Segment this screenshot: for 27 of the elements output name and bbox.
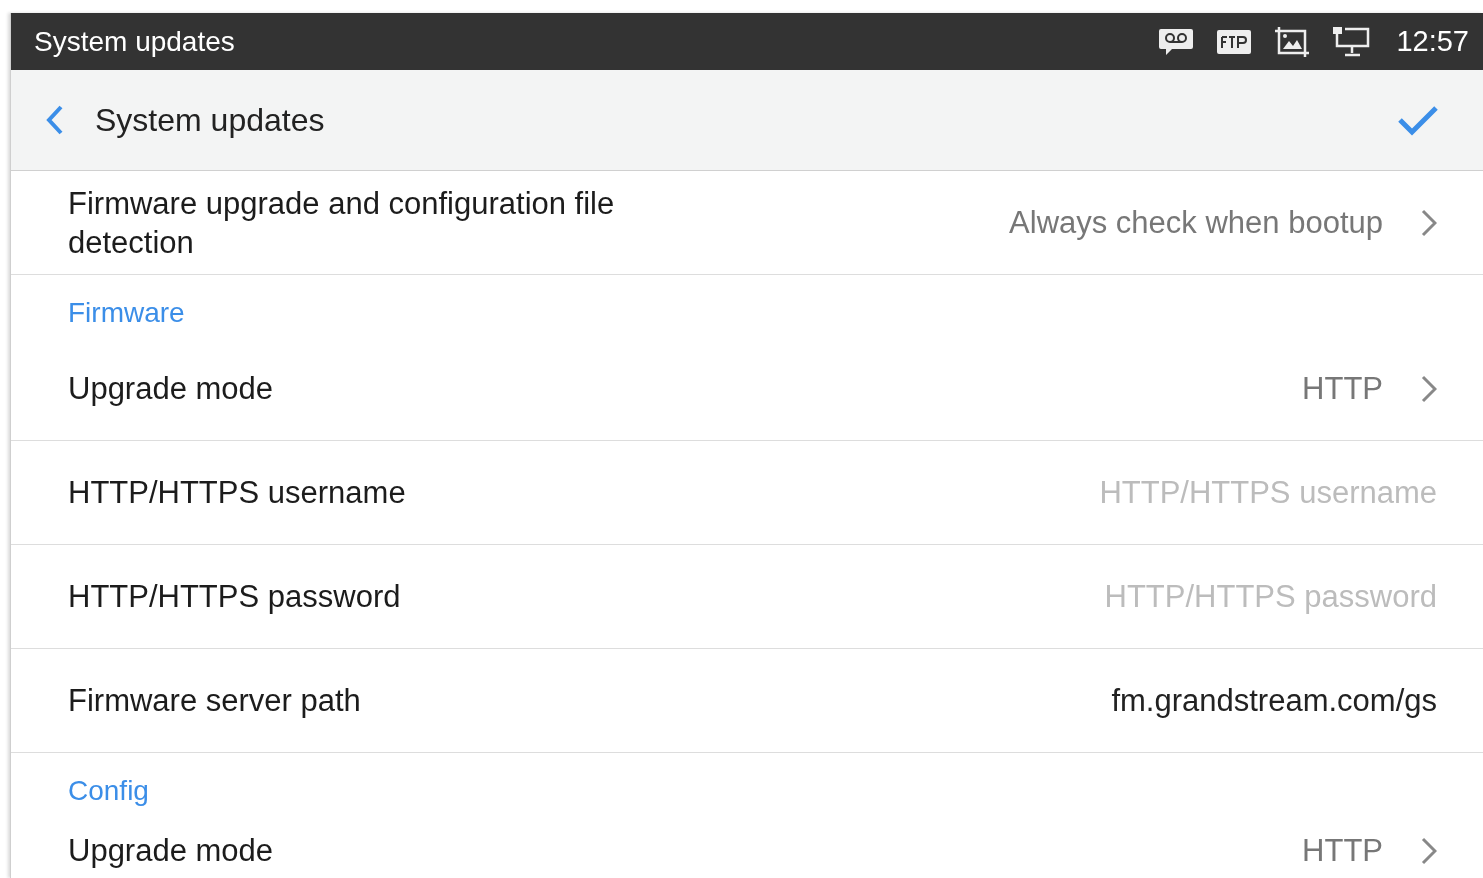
settings-row[interactable]: Firmware upgrade and configuration file detection Always check when bootup bbox=[11, 171, 1483, 275]
input-field[interactable]: fm.grandstream.com/gs bbox=[1111, 682, 1437, 719]
setting-label: Firmware server path bbox=[68, 682, 361, 720]
setting-label: Firmware upgrade and configuration file detection bbox=[68, 184, 616, 262]
clock-time: 12:57 bbox=[1396, 25, 1469, 58]
setting-value: HTTP bbox=[1302, 832, 1383, 869]
ftp-icon bbox=[1216, 28, 1253, 55]
chevron-right-icon bbox=[1421, 374, 1437, 403]
settings-row[interactable]: Upgrade mode HTTP bbox=[11, 337, 1483, 441]
section-header: Firmware bbox=[68, 297, 185, 328]
setting-label: HTTP/HTTPS password bbox=[68, 578, 401, 616]
chevron-right-icon bbox=[1421, 836, 1437, 865]
section-header: Config bbox=[68, 775, 149, 806]
settings-row[interactable]: HTTP/HTTPS password HTTP/HTTPS password bbox=[11, 545, 1483, 649]
monitor-icon bbox=[1332, 25, 1371, 58]
settings-row[interactable]: HTTP/HTTPS username HTTP/HTTPS username bbox=[11, 441, 1483, 545]
setting-label: HTTP/HTTPS username bbox=[68, 474, 406, 512]
setting-label: Upgrade mode bbox=[68, 832, 274, 870]
settings-row[interactable]: Firmware server path fm.grandstream.com/gs bbox=[11, 649, 1483, 753]
page-title: System updates bbox=[95, 101, 326, 139]
status-title: System updates bbox=[34, 25, 236, 58]
voicemail-icon bbox=[1158, 26, 1195, 57]
setting-value: HTTP bbox=[1302, 370, 1383, 407]
setting-label: Upgrade mode bbox=[68, 370, 274, 408]
image-icon bbox=[1274, 25, 1311, 58]
setting-value: Always check when bootup bbox=[1009, 204, 1383, 241]
chevron-right-icon bbox=[1421, 208, 1437, 237]
